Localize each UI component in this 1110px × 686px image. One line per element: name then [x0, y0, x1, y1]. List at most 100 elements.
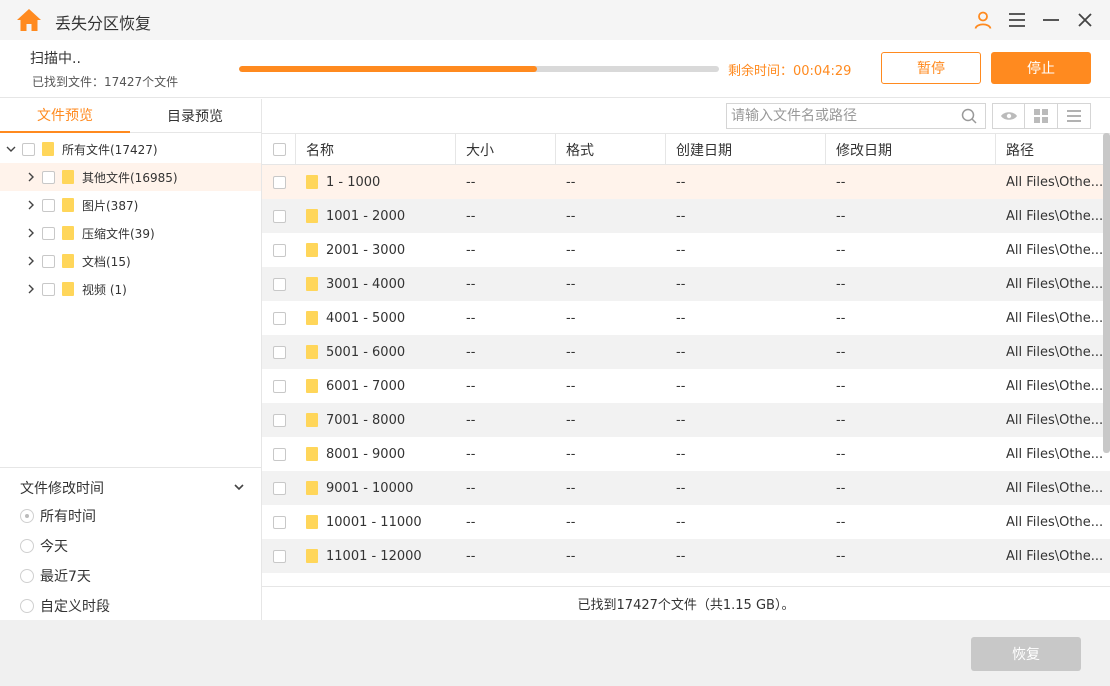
row-checkbox[interactable]	[273, 413, 286, 427]
close-icon[interactable]	[1073, 8, 1097, 32]
tree-item-videos[interactable]: 视频 (1)	[0, 275, 261, 303]
row-checkbox[interactable]	[273, 277, 286, 291]
column-header-modified[interactable]: 修改日期	[826, 134, 996, 165]
table-row[interactable]: 1 - 1000 -- -- -- -- All Files\Othe...	[262, 165, 1110, 199]
cell-path: All Files\Othe...	[1006, 310, 1104, 326]
grid-view-button[interactable]	[1025, 104, 1058, 128]
chevron-right-icon[interactable]	[25, 199, 37, 211]
table-row[interactable]: 1001 - 2000 -- -- -- -- All Files\Othe...	[262, 199, 1110, 233]
folder-icon	[306, 277, 318, 291]
search-icon[interactable]	[961, 108, 977, 124]
folder-icon	[306, 175, 318, 189]
list-view-button[interactable]	[1058, 104, 1090, 128]
minimize-icon[interactable]	[1039, 8, 1063, 32]
filter-option-label: 今天	[40, 539, 68, 555]
table-row[interactable]: 9001 - 10000 -- -- -- -- All Files\Othe...	[262, 471, 1110, 505]
row-checkbox[interactable]	[273, 175, 286, 189]
cell-name: 10001 - 11000	[296, 505, 456, 539]
cell-size: --	[466, 344, 476, 360]
view-toggle-group	[992, 103, 1091, 129]
left-panel: 文件预览 目录预览 所有文件(17427) 其他文件(16985) 图片(387…	[0, 99, 262, 620]
column-header-name[interactable]: 名称	[296, 134, 456, 165]
radio-button[interactable]	[20, 569, 34, 583]
filter-title: 文件修改时间	[20, 481, 104, 497]
folder-icon	[62, 226, 74, 240]
tree-item-checkbox[interactable]	[42, 170, 55, 184]
table-row[interactable]: 7001 - 8000 -- -- -- -- All Files\Othe...	[262, 403, 1110, 437]
chevron-right-icon[interactable]	[25, 227, 37, 239]
folder-icon	[306, 515, 318, 529]
menu-icon[interactable]	[1005, 8, 1029, 32]
tree-item-checkbox[interactable]	[42, 226, 55, 240]
table-row[interactable]: 4001 - 5000 -- -- -- -- All Files\Othe...	[262, 301, 1110, 335]
row-checkbox[interactable]	[273, 243, 286, 257]
row-checkbox-cell	[262, 301, 296, 335]
cell-modified: --	[836, 310, 846, 326]
cell-size: --	[466, 480, 476, 496]
row-checkbox[interactable]	[273, 379, 286, 393]
row-checkbox[interactable]	[273, 549, 286, 563]
chevron-down-icon[interactable]	[5, 143, 17, 155]
tab-file-preview[interactable]: 文件预览	[0, 99, 130, 133]
row-name: 6001 - 7000	[326, 378, 406, 394]
row-checkbox[interactable]	[273, 481, 286, 495]
filter-option-custom-range[interactable]: 自定义时段	[20, 595, 110, 617]
cell-created: --	[676, 276, 686, 292]
tree-item-documents[interactable]: 文档(15)	[0, 247, 261, 275]
column-header-path[interactable]: 路径	[996, 134, 1110, 165]
tree-root-label: 所有文件(17427)	[62, 142, 158, 157]
select-all-checkbox[interactable]	[273, 143, 286, 156]
chevron-down-icon[interactable]	[232, 480, 246, 494]
column-header-size[interactable]: 大小	[456, 134, 556, 165]
chevron-right-icon[interactable]	[25, 283, 37, 295]
row-checkbox[interactable]	[273, 515, 286, 529]
table-row[interactable]: 10001 - 11000 -- -- -- -- All Files\Othe...	[262, 505, 1110, 539]
row-checkbox[interactable]	[273, 311, 286, 325]
table-row[interactable]: 2001 - 3000 -- -- -- -- All Files\Othe...	[262, 233, 1110, 267]
row-name: 1001 - 2000	[326, 208, 406, 224]
table-row[interactable]: 11001 - 12000 -- -- -- -- All Files\Othe...	[262, 539, 1110, 573]
preview-tabs: 文件预览 目录预览	[0, 99, 261, 133]
table-row[interactable]: 3001 - 4000 -- -- -- -- All Files\Othe...	[262, 267, 1110, 301]
user-icon[interactable]	[971, 8, 995, 32]
recover-button[interactable]: 恢复	[971, 637, 1081, 671]
row-checkbox[interactable]	[273, 345, 286, 359]
table-scrollbar[interactable]	[1103, 133, 1110, 453]
cell-created: --	[676, 242, 686, 258]
radio-button[interactable]	[20, 509, 34, 523]
radio-button[interactable]	[20, 539, 34, 553]
stop-button[interactable]: 停止	[991, 52, 1091, 84]
cell-name: 2001 - 3000	[296, 233, 456, 267]
cell-created: --	[676, 412, 686, 428]
tree-root[interactable]: 所有文件(17427)	[0, 135, 261, 163]
preview-eye-button[interactable]	[993, 104, 1026, 128]
table-row[interactable]: 5001 - 6000 -- -- -- -- All Files\Othe...	[262, 335, 1110, 369]
chevron-right-icon[interactable]	[25, 171, 37, 183]
filter-option-all-time[interactable]: 所有时间	[20, 505, 96, 527]
radio-button[interactable]	[20, 599, 34, 613]
table-row[interactable]: 8001 - 9000 -- -- -- -- All Files\Othe...	[262, 437, 1110, 471]
tree-item-checkbox[interactable]	[42, 282, 55, 296]
cell-modified: --	[836, 514, 846, 530]
filter-option-today[interactable]: 今天	[20, 535, 68, 557]
chevron-right-icon[interactable]	[25, 255, 37, 267]
filter-option-last-7-days[interactable]: 最近7天	[20, 565, 91, 587]
cell-path: All Files\Othe...	[1006, 276, 1104, 292]
column-header-created[interactable]: 创建日期	[666, 134, 826, 165]
table-row[interactable]: 6001 - 7000 -- -- -- -- All Files\Othe...	[262, 369, 1110, 403]
column-header-format[interactable]: 格式	[556, 134, 666, 165]
tree-item-checkbox[interactable]	[42, 198, 55, 212]
search-input[interactable]	[727, 104, 947, 128]
row-checkbox[interactable]	[273, 447, 286, 461]
tree-root-checkbox[interactable]	[22, 142, 35, 156]
cell-modified: --	[836, 480, 846, 496]
tab-directory-preview[interactable]: 目录预览	[130, 99, 260, 133]
tree-item-archives[interactable]: 压缩文件(39)	[0, 219, 261, 247]
tree-item-images[interactable]: 图片(387)	[0, 191, 261, 219]
tree-item-checkbox[interactable]	[42, 254, 55, 268]
cell-name: 11001 - 12000	[296, 539, 456, 573]
row-checkbox-cell	[262, 233, 296, 267]
pause-button[interactable]: 暂停	[881, 52, 981, 84]
row-checkbox[interactable]	[273, 209, 286, 223]
tree-item-other-files[interactable]: 其他文件(16985)	[0, 163, 261, 191]
